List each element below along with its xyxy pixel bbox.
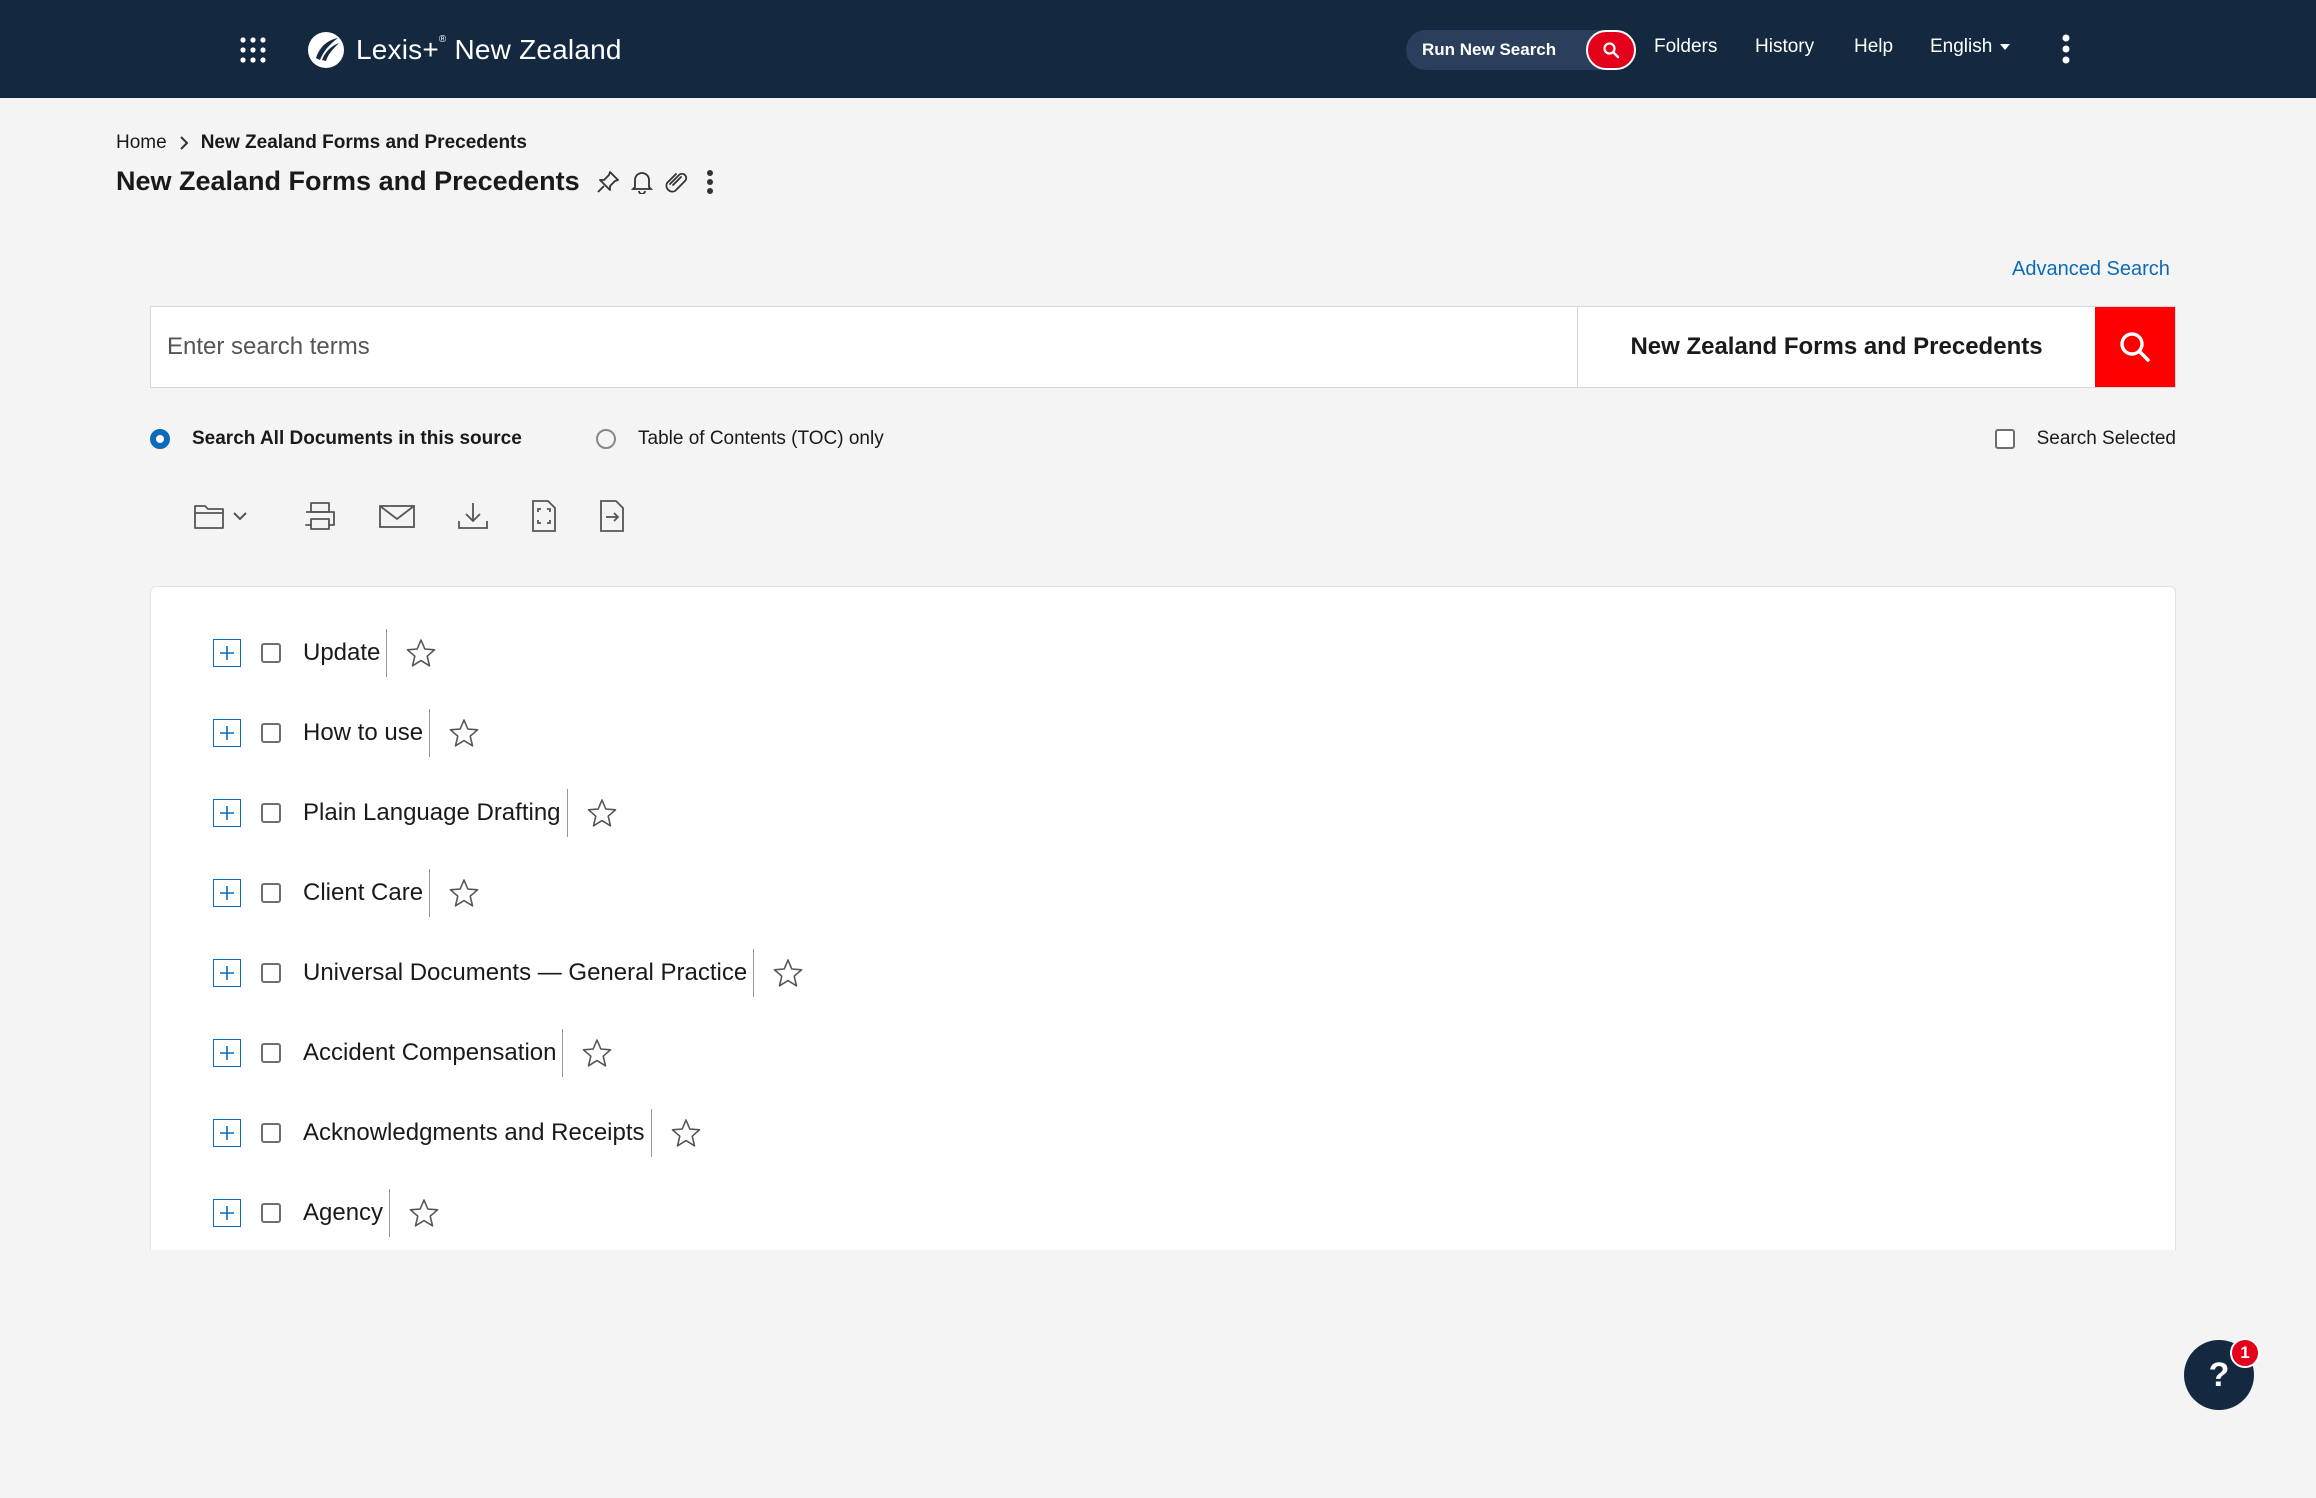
expand-plus-icon[interactable]: [213, 879, 241, 907]
star-icon[interactable]: [581, 1037, 613, 1069]
toc-item-label[interactable]: Universal Documents — General Practice: [303, 949, 755, 997]
search-submit-button[interactable]: [2095, 307, 2175, 387]
download-icon[interactable]: [456, 496, 490, 536]
toc-item-checkbox[interactable]: [261, 643, 281, 663]
search-source-selector[interactable]: New Zealand Forms and Precedents: [1577, 307, 2095, 387]
star-icon[interactable]: [772, 957, 804, 989]
brand-name: Lexis+® New Zealand: [356, 34, 622, 65]
toc-item-label[interactable]: Client Care: [303, 869, 431, 917]
toc-item-label[interactable]: How to use: [303, 709, 431, 757]
toc-item-label[interactable]: Acknowledgments and Receipts: [303, 1109, 652, 1157]
toc-item-checkbox[interactable]: [261, 883, 281, 903]
search-selected-label: Search Selected: [2036, 428, 2176, 449]
advanced-search-link[interactable]: Advanced Search: [2012, 258, 2170, 281]
more-options-icon[interactable]: [696, 168, 724, 196]
search-scope-options: Search All Documents in this source Tabl…: [150, 424, 2176, 454]
language-label: English: [1930, 36, 1993, 57]
expand-plus-icon[interactable]: [213, 1119, 241, 1147]
breadcrumb-home[interactable]: Home: [116, 132, 167, 154]
nav-help[interactable]: Help: [1854, 36, 1893, 58]
pin-icon[interactable]: [594, 168, 622, 196]
nav-folders[interactable]: Folders: [1654, 36, 1717, 58]
toc-item: How to use: [213, 709, 480, 757]
toc-item: Plain Language Drafting: [213, 789, 618, 837]
document-toolbar: [192, 496, 666, 536]
export-document-icon[interactable]: [598, 496, 626, 536]
breadcrumb: Home New Zealand Forms and Precedents: [116, 132, 527, 154]
toc-item-label[interactable]: Agency: [303, 1189, 391, 1237]
search-input[interactable]: [151, 307, 1577, 387]
expand-plus-icon[interactable]: [213, 959, 241, 987]
breadcrumb-current: New Zealand Forms and Precedents: [200, 132, 527, 153]
toc-item-checkbox[interactable]: [261, 1123, 281, 1143]
toc-item: Accident Compensation: [213, 1029, 613, 1077]
toc-item-label[interactable]: Plain Language Drafting: [303, 789, 568, 837]
language-selector[interactable]: English: [1930, 36, 2012, 58]
search-icon: [2120, 332, 2150, 362]
star-icon[interactable]: [448, 877, 480, 909]
radio-unselected-icon[interactable]: [596, 429, 616, 449]
radio-toc-only-label: Table of Contents (TOC) only: [638, 428, 884, 449]
caret-down-icon: [2000, 44, 2011, 50]
email-icon[interactable]: [378, 496, 416, 536]
lexis-logo-icon: [308, 32, 344, 68]
star-icon[interactable]: [670, 1117, 702, 1149]
toc-item-label[interactable]: Update: [303, 629, 388, 677]
toc-item: Acknowledgments and Receipts: [213, 1109, 702, 1157]
more-menu-icon[interactable]: [2062, 34, 2070, 64]
expand-plus-icon[interactable]: [213, 719, 241, 747]
radio-toc-only[interactable]: Table of Contents (TOC) only: [596, 428, 884, 450]
toc-item: Client Care: [213, 869, 480, 917]
run-new-search-button[interactable]: Run New Search: [1406, 30, 1636, 70]
toc-item-checkbox[interactable]: [261, 1203, 281, 1223]
nav-history[interactable]: History: [1755, 36, 1814, 58]
star-icon[interactable]: [405, 637, 437, 669]
chevron-right-icon: [179, 136, 189, 150]
brand-logo[interactable]: Lexis+® New Zealand: [306, 28, 622, 72]
full-document-icon[interactable]: [530, 496, 558, 536]
apps-grid-icon[interactable]: [240, 37, 266, 63]
expand-plus-icon[interactable]: [213, 1039, 241, 1067]
star-icon[interactable]: [448, 717, 480, 749]
radio-all-documents[interactable]: Search All Documents in this source: [150, 428, 522, 450]
search-selected-checkbox[interactable]: [1994, 429, 2015, 449]
expand-plus-icon[interactable]: [213, 1199, 241, 1227]
radio-selected-icon[interactable]: [150, 429, 170, 449]
toc-item: Update: [213, 629, 437, 677]
notification-badge: 1: [2230, 1338, 2260, 1368]
star-icon[interactable]: [586, 797, 618, 829]
toc-item: Agency: [213, 1189, 440, 1237]
folder-icon[interactable]: [192, 496, 254, 536]
page-title-row: New Zealand Forms and Precedents: [116, 166, 730, 197]
toc-item: Universal Documents — General Practice: [213, 949, 804, 997]
toc-item-checkbox[interactable]: [261, 803, 281, 823]
toc-item-checkbox[interactable]: [261, 963, 281, 983]
top-navigation-bar: Lexis+® New Zealand Run New Search Folde…: [0, 0, 2316, 98]
toc-item-label[interactable]: Accident Compensation: [303, 1029, 564, 1077]
attachment-icon[interactable]: [662, 168, 690, 196]
bell-icon[interactable]: [628, 168, 656, 196]
print-icon[interactable]: [302, 496, 338, 536]
search-icon[interactable]: [1586, 30, 1636, 70]
search-bar: New Zealand Forms and Precedents: [150, 306, 2176, 388]
star-icon[interactable]: [408, 1197, 440, 1229]
expand-plus-icon[interactable]: [213, 639, 241, 667]
toc-item-checkbox[interactable]: [261, 723, 281, 743]
table-of-contents: Update How to use Plain Language Draftin…: [150, 586, 2176, 1250]
page-title: New Zealand Forms and Precedents: [116, 166, 580, 196]
search-selected-option[interactable]: Search Selected: [1994, 428, 2176, 450]
toc-item-checkbox[interactable]: [261, 1043, 281, 1063]
run-new-search-label: Run New Search: [1422, 40, 1557, 59]
radio-all-documents-label: Search All Documents in this source: [192, 428, 522, 449]
expand-plus-icon[interactable]: [213, 799, 241, 827]
